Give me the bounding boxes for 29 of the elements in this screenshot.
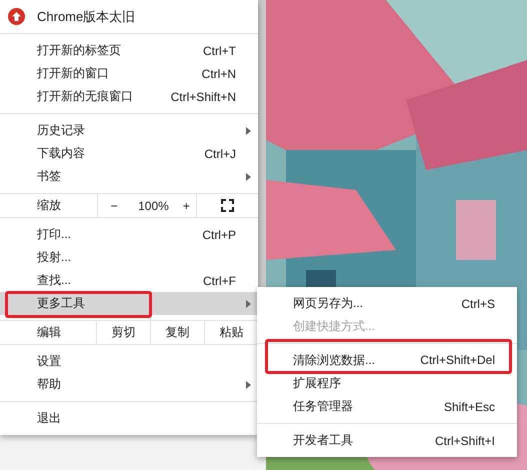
menu-item[interactable]: 投射... bbox=[0, 246, 258, 269]
menu-item[interactable]: 清除浏览数据... Ctrl+Shift+Del bbox=[268, 349, 509, 371]
menu-item[interactable]: 查找... Ctrl+F bbox=[0, 269, 258, 292]
menu-item[interactable]: 书签 bbox=[0, 165, 258, 188]
update-notice[interactable]: Chrome版本太旧 bbox=[37, 8, 136, 26]
menu-item[interactable]: 开发者工具 Ctrl+Shift+I bbox=[257, 429, 517, 452]
edit-label: 编辑 bbox=[37, 324, 61, 341]
menu-item[interactable]: 下载内容 Ctrl+J bbox=[0, 142, 258, 165]
fullscreen-icon[interactable] bbox=[221, 199, 234, 212]
menu-item[interactable]: 历史记录 bbox=[0, 119, 258, 142]
menu-item[interactable]: 打开新的窗口 Ctrl+N bbox=[0, 62, 258, 85]
menu-item[interactable]: 扩展程序 bbox=[257, 372, 517, 395]
menu-item[interactable]: 更多工具 bbox=[0, 292, 258, 315]
menu-item[interactable]: 任务管理器 Shift+Esc bbox=[257, 395, 517, 418]
zoom-in-button[interactable]: + bbox=[182, 198, 190, 212]
menu-item[interactable]: 网页另存为... Ctrl+S bbox=[257, 292, 517, 315]
zoom-level: 100% bbox=[138, 198, 169, 212]
menu-item[interactable]: 打开新的标签页 Ctrl+T bbox=[0, 39, 258, 62]
menu-item[interactable]: 帮助 bbox=[0, 373, 258, 396]
edit-action[interactable]: 复制 bbox=[165, 324, 190, 341]
menu-item[interactable]: 设置 bbox=[0, 350, 258, 373]
menu-item[interactable]: 打开新的无痕窗口 Ctrl+Shift+N bbox=[0, 85, 258, 108]
edit-action[interactable]: 粘贴 bbox=[220, 324, 244, 341]
menu-item[interactable]: 退出 bbox=[0, 407, 258, 430]
menu-item[interactable]: 打印... Ctrl+P bbox=[0, 223, 258, 246]
scrollbar[interactable] bbox=[258, 0, 266, 287]
edit-action[interactable]: 剪切 bbox=[111, 324, 136, 341]
zoom-label: 缩放 bbox=[37, 197, 61, 214]
zoom-out-button[interactable]: − bbox=[110, 198, 118, 212]
